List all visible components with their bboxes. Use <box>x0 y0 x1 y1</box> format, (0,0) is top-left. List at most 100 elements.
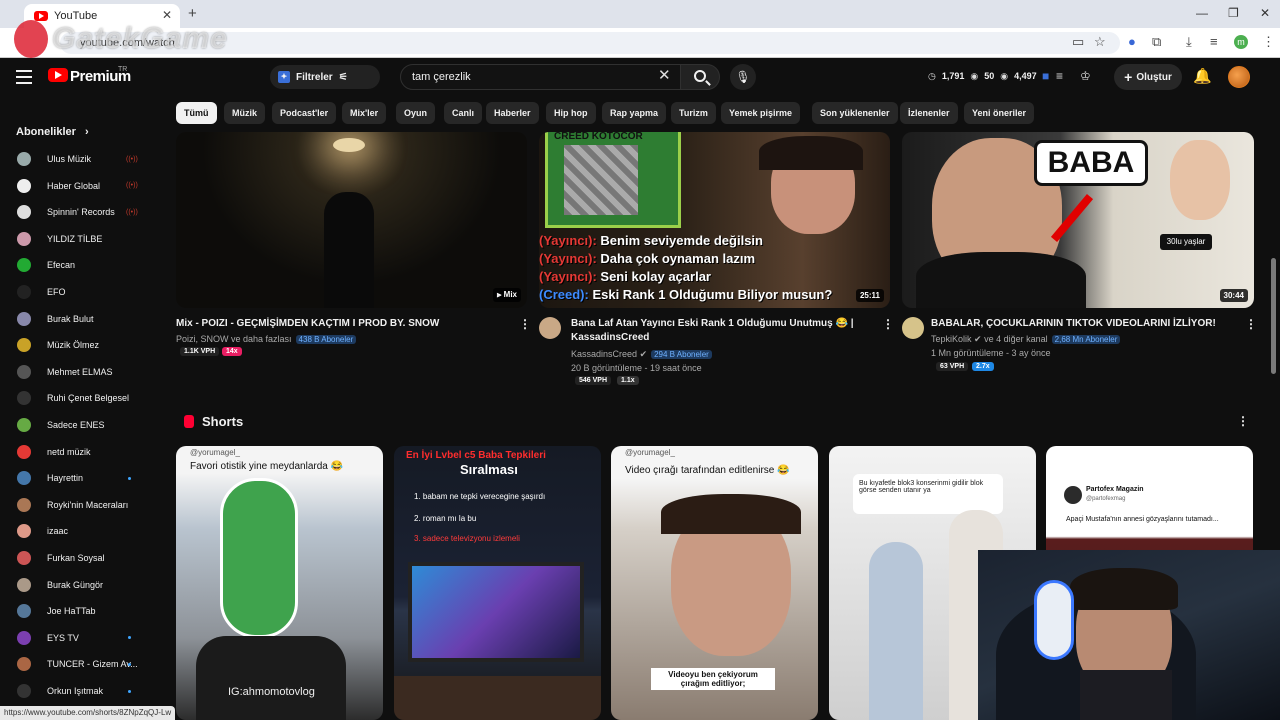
rank-text: babam ne tepki verecegine şaşırdı <box>422 492 546 501</box>
subscriptions-heading[interactable]: Abonelikler › <box>16 126 89 138</box>
sidebar-item[interactable]: TUNCER - Gizem Av... <box>0 651 150 677</box>
chip-5[interactable]: Canlı <box>444 102 483 124</box>
sidebar-item[interactable]: Mehmet ELMAS <box>0 359 150 385</box>
sidebar-item[interactable]: Sadece ENES <box>0 412 150 438</box>
short-card[interactable]: @yorumagel_ Favori otistik yine meydanla… <box>176 446 383 720</box>
extension-icon[interactable]: ● <box>1128 34 1136 49</box>
chip-9[interactable]: Turizm <box>671 102 716 124</box>
sidebar-item[interactable]: Müzik Ölmez <box>0 332 150 358</box>
new-tab-icon[interactable]: + <box>188 5 197 22</box>
video-channel[interactable]: TepkiKolik ✔ ve 4 diğer kanal 2,68 Mn Abo… <box>931 333 1121 346</box>
eye-icon: ◉ <box>1000 71 1009 81</box>
search-button[interactable] <box>680 64 720 90</box>
restore-icon[interactable]: ❐ <box>1228 6 1239 20</box>
sidebar-item[interactable]: Burak Bulut <box>0 306 150 332</box>
tab-close-icon[interactable]: ✕ <box>162 8 172 22</box>
channel-avatar <box>17 178 31 193</box>
chip-8[interactable]: Rap yapma <box>602 102 667 124</box>
sidebar-item[interactable]: Ulus Müzik ((•)) <box>0 146 150 172</box>
bookmark-star-icon[interactable]: ☆ <box>1094 34 1106 50</box>
youtube-logo-icon[interactable] <box>48 68 68 82</box>
more-options-icon[interactable]: ⋮ <box>519 317 531 331</box>
cast-icon[interactable]: ▭ <box>1072 34 1084 50</box>
streamer-hair <box>759 136 863 170</box>
page-scrollbar[interactable] <box>1271 258 1276 374</box>
chip-6[interactable]: Haberler <box>486 102 539 124</box>
thumb-tag: 30lu yaşlar <box>1160 234 1212 250</box>
sidebar-item[interactable]: Burak Güngör <box>0 572 150 598</box>
window-close-icon[interactable]: ✕ <box>1260 6 1270 20</box>
sidebar-item[interactable]: Furkan Soysal <box>0 545 150 571</box>
video-thumbnail[interactable]: BABA 30lu yaşlar 30:44 <box>902 132 1254 308</box>
chip-4[interactable]: Oyun <box>396 102 436 124</box>
sidebar-item[interactable]: netd müzik <box>0 439 150 465</box>
short-caption: Favori otistik yine meydanlarda 😂 <box>190 461 344 472</box>
reading-list-icon[interactable]: ≡ <box>1210 34 1218 49</box>
headphones-icon <box>1034 580 1074 660</box>
shorts-more-icon[interactable]: ⋮ <box>1237 414 1249 428</box>
video-channel[interactable]: KassadinsCreed ✔ 294 B Aboneler <box>571 348 712 361</box>
search-input[interactable]: tam çerezlik <box>400 64 682 90</box>
extension-badge-icon[interactable]: ■ <box>1042 69 1049 83</box>
search-icon <box>694 70 706 82</box>
subscriber-count: 294 B Aboneler <box>651 350 712 359</box>
sidebar-item-label: Royki'nin Maceraları <box>47 499 129 510</box>
video-thumbnail[interactable]: ⫸ Mix <box>176 132 527 308</box>
sliders-icon: ⚟ <box>338 71 348 83</box>
video-channel[interactable]: Poizi, SNOW ve daha fazlası 438 B Abonele… <box>176 333 357 346</box>
sidebar-item[interactable]: Spinnin' Records ((•)) <box>0 199 150 225</box>
sidebar-item-label: TUNCER - Gizem Av... <box>47 659 137 670</box>
voice-search-icon[interactable]: 🎙 <box>730 64 756 90</box>
chip-13[interactable]: Yeni öneriler <box>964 102 1035 124</box>
filter-button[interactable]: ✦ Filtreler ⚟ <box>270 65 380 89</box>
short-card[interactable]: En İyi Lvbel c5 Baba Tepkileri Sıralması… <box>394 446 601 720</box>
sidebar-item[interactable]: Royki'nin Maceraları <box>0 492 150 518</box>
extensions-puzzle-icon[interactable]: ⧉ <box>1152 34 1161 50</box>
channel-avatar[interactable] <box>902 317 924 339</box>
video-title[interactable]: Mix - POIZI - GEÇMİŞİMDEN KAÇTIM I PROD … <box>176 317 506 331</box>
sidebar-item[interactable]: Hayrettin <box>0 465 150 491</box>
sidebar-item[interactable]: Orkun Işıtmak <box>0 678 150 704</box>
sidebar-item[interactable]: EYS TV <box>0 625 150 651</box>
more-options-icon[interactable]: ⋮ <box>1245 317 1257 331</box>
notifications-bell-icon[interactable]: 🔔 <box>1193 67 1212 85</box>
create-button[interactable]: + Oluştur <box>1114 64 1182 90</box>
trophy-icon[interactable]: ♔ <box>1080 69 1091 83</box>
channel-avatar[interactable] <box>539 317 561 339</box>
download-icon[interactable]: ⤓ <box>1186 34 1192 50</box>
chip-12[interactable]: İzlenenler <box>900 102 958 124</box>
sidebar-item[interactable]: Ruhi Çenet Belgesel <box>0 385 150 411</box>
chip-3[interactable]: Mix'ler <box>342 102 387 124</box>
sidebar-item-label: Orkun Işıtmak <box>47 686 104 696</box>
chip-10[interactable]: Yemek pişirme <box>721 102 801 124</box>
minimize-icon[interactable]: — <box>1196 6 1208 20</box>
list-icon[interactable]: ≡ <box>1056 69 1063 83</box>
account-avatar[interactable] <box>1228 66 1250 88</box>
short-card[interactable]: @yorumagel_ Video çırağı tarafından edit… <box>611 446 818 720</box>
chip-11[interactable]: Son yüklenenler <box>812 102 898 124</box>
father-shirt <box>916 252 1086 308</box>
overlay-tag: (Creed): <box>539 287 589 302</box>
sidebar-item[interactable]: EFO <box>0 279 150 305</box>
chip-7[interactable]: Hip hop <box>546 102 596 124</box>
menu-icon[interactable] <box>16 70 32 88</box>
shorts-logo-icon <box>184 415 194 428</box>
clear-search-icon[interactable]: ✕ <box>658 68 671 84</box>
sidebar-item[interactable]: Joe HaTTab <box>0 598 150 624</box>
chrome-menu-icon[interactable]: ⋮ <box>1262 34 1275 50</box>
video-title[interactable]: Bana Laf Atan Yayıncı Eski Rank 1 Olduğu… <box>571 317 861 345</box>
sidebar-item[interactable]: Efecan <box>0 252 150 278</box>
sidebar-item-label: YILDIZ TİLBE <box>47 233 103 244</box>
sidebar-item[interactable]: YILDIZ TİLBE <box>0 226 150 252</box>
chip-0[interactable]: Tümü <box>176 102 217 124</box>
video-thumbnail[interactable]: CREED KOTOCOR (Yayıncı): Benim seviyemde… <box>539 132 890 308</box>
video-title[interactable]: BABALAR, ÇOCUKLARININ TIKTOK VIDEOLARINI… <box>931 317 1231 331</box>
chip-2[interactable]: Podcast'ler <box>272 102 337 124</box>
sidebar-item[interactable]: izaac <box>0 518 150 544</box>
chip-1[interactable]: Müzik <box>224 102 266 124</box>
profile-avatar[interactable]: m <box>1234 35 1248 49</box>
channel-name: Poizi, SNOW ve daha fazlası <box>176 334 292 344</box>
more-options-icon[interactable]: ⋮ <box>882 317 894 331</box>
rank-text: sadece televizyonu izlemeli <box>422 534 520 543</box>
sidebar-item[interactable]: Haber Global ((•)) <box>0 173 150 199</box>
